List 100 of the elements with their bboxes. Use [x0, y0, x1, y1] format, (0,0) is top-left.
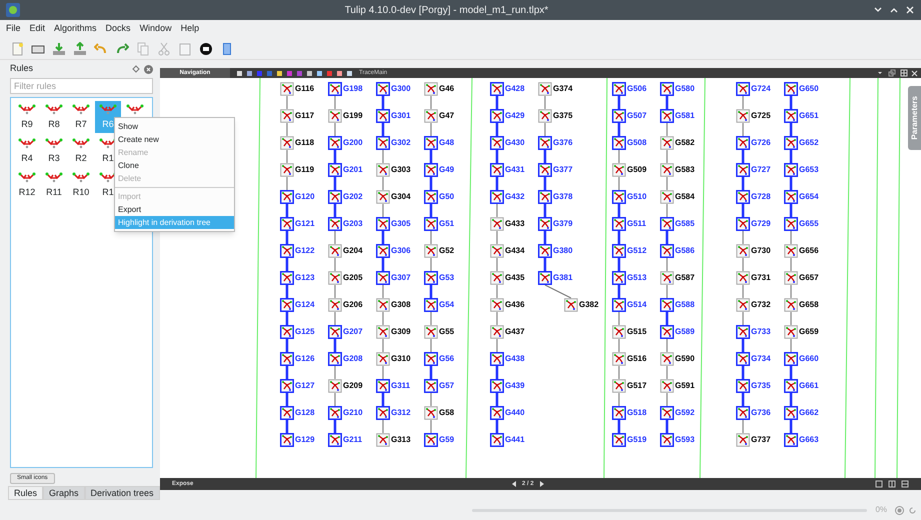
graph-node[interactable]	[328, 379, 342, 393]
graph-node[interactable]	[736, 217, 750, 231]
graph-node[interactable]	[490, 352, 504, 366]
graph-node[interactable]	[784, 82, 798, 96]
graph-node[interactable]	[612, 352, 626, 366]
layout-icon[interactable]	[900, 69, 908, 77]
graph-node[interactable]	[784, 271, 798, 285]
graph-node[interactable]	[538, 244, 552, 258]
graph-node[interactable]	[612, 433, 626, 447]
graph-node[interactable]	[280, 136, 294, 150]
graph-node[interactable]	[784, 109, 798, 123]
graph-node[interactable]	[736, 433, 750, 447]
graph-node[interactable]	[280, 406, 294, 420]
graph-node[interactable]	[660, 82, 674, 96]
graph-node[interactable]	[538, 163, 552, 177]
graph-node[interactable]	[376, 433, 390, 447]
graph-node[interactable]	[280, 352, 294, 366]
graph-node[interactable]	[660, 298, 674, 312]
rule-item[interactable]: R3	[41, 135, 67, 167]
graph-node[interactable]	[280, 82, 294, 96]
graph-node[interactable]	[612, 190, 626, 204]
graph-node[interactable]	[424, 271, 438, 285]
graph-node[interactable]	[424, 217, 438, 231]
split-horizontal-icon[interactable]	[901, 480, 909, 488]
graph-node[interactable]	[328, 271, 342, 285]
menu-item[interactable]: Create new	[115, 133, 234, 146]
graph-node[interactable]	[660, 217, 674, 231]
graph-node[interactable]	[328, 325, 342, 339]
graph-node[interactable]	[538, 82, 552, 96]
graph-node[interactable]	[490, 433, 504, 447]
graph-node[interactable]	[784, 190, 798, 204]
close-icon[interactable]	[905, 5, 915, 15]
graph-node[interactable]	[328, 190, 342, 204]
graph-node[interactable]	[280, 379, 294, 393]
graph-node[interactable]	[612, 136, 626, 150]
graph-node[interactable]	[376, 244, 390, 258]
rule-item[interactable]: R2	[68, 135, 94, 167]
graph-node[interactable]	[376, 190, 390, 204]
graph-node[interactable]	[490, 109, 504, 123]
graph-node[interactable]	[612, 244, 626, 258]
graph-node[interactable]	[490, 325, 504, 339]
graph-node[interactable]	[784, 163, 798, 177]
graph-node[interactable]	[328, 433, 342, 447]
graph-node[interactable]	[376, 82, 390, 96]
graph-node[interactable]	[490, 136, 504, 150]
menu-item[interactable]: Help	[180, 22, 200, 36]
graph-node[interactable]	[612, 217, 626, 231]
menu-item[interactable]: File	[6, 22, 21, 36]
detach-icon[interactable]	[888, 69, 896, 77]
graph-node[interactable]	[660, 271, 674, 285]
graph-node[interactable]	[424, 190, 438, 204]
graph-node[interactable]	[328, 298, 342, 312]
single-view-icon[interactable]	[875, 480, 883, 488]
menu-item[interactable]: Edit	[30, 22, 46, 36]
graph-node[interactable]	[376, 163, 390, 177]
graph-node[interactable]	[612, 271, 626, 285]
graph-node[interactable]	[660, 136, 674, 150]
graph-node[interactable]	[660, 406, 674, 420]
graph-node[interactable]	[660, 379, 674, 393]
close-icon[interactable]	[144, 64, 153, 74]
rule-item[interactable]: R12	[14, 169, 40, 201]
graph-node[interactable]	[376, 406, 390, 420]
graph-node[interactable]	[784, 244, 798, 258]
graph-node[interactable]	[328, 163, 342, 177]
graph-node[interactable]	[564, 298, 578, 312]
graph-node[interactable]	[736, 379, 750, 393]
graph-node[interactable]	[490, 82, 504, 96]
graph-node[interactable]	[784, 298, 798, 312]
graph-node[interactable]	[538, 217, 552, 231]
graph-node[interactable]	[538, 190, 552, 204]
menu-item[interactable]: Docks	[106, 22, 131, 36]
graph-node[interactable]	[376, 217, 390, 231]
graph-node[interactable]	[490, 163, 504, 177]
graph-node[interactable]	[424, 136, 438, 150]
graph-node[interactable]	[376, 109, 390, 123]
graph-node[interactable]	[784, 325, 798, 339]
float-icon[interactable]	[132, 65, 140, 73]
graph-node[interactable]	[328, 82, 342, 96]
graph-node[interactable]	[424, 379, 438, 393]
split-vertical-icon[interactable]	[888, 480, 896, 488]
graph-node[interactable]	[424, 352, 438, 366]
graph-node[interactable]	[612, 109, 626, 123]
close-icon[interactable]	[911, 70, 918, 76]
graph-node[interactable]	[736, 352, 750, 366]
graph-node[interactable]	[490, 244, 504, 258]
rule-item[interactable]: R10	[68, 169, 94, 201]
graph-node[interactable]	[612, 406, 626, 420]
graph-node[interactable]	[280, 190, 294, 204]
graph-node[interactable]	[280, 298, 294, 312]
graph-node[interactable]	[660, 244, 674, 258]
graph-node[interactable]	[280, 271, 294, 285]
graph-node[interactable]	[784, 352, 798, 366]
graph-node[interactable]	[376, 271, 390, 285]
graph-node[interactable]	[376, 379, 390, 393]
graph-node[interactable]	[424, 109, 438, 123]
graph-node[interactable]	[660, 190, 674, 204]
graph-node[interactable]	[424, 244, 438, 258]
rule-item[interactable]: R9	[14, 101, 40, 133]
graph-node[interactable]	[612, 298, 626, 312]
graph-node[interactable]	[424, 298, 438, 312]
